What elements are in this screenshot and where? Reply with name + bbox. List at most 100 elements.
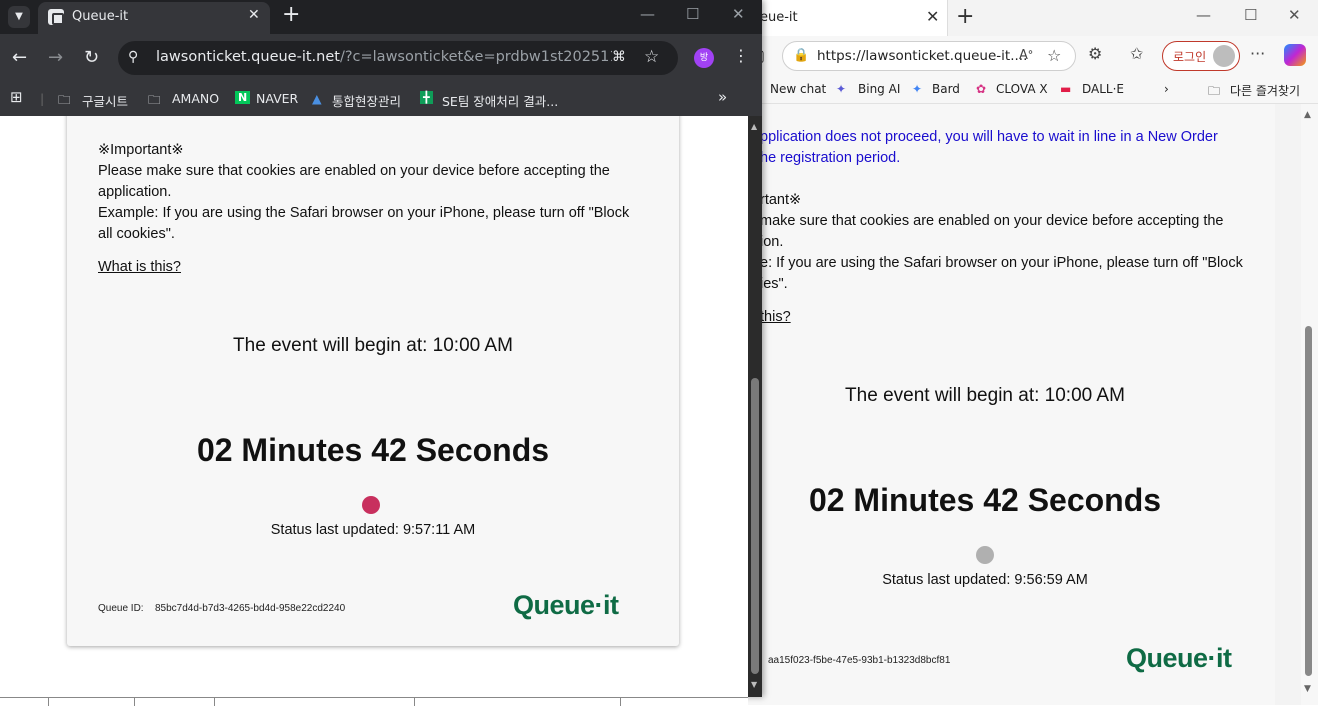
new-tab-icon[interactable]: + (956, 4, 974, 29)
notice-line-1: pplication does not proceed, you will ha… (760, 129, 1218, 145)
bard-icon: ✦ (912, 82, 923, 96)
scroll-up-icon[interactable]: ▲ (1304, 110, 1311, 120)
edge-tab-queue-it[interactable]: eue-it ✕ (748, 0, 948, 36)
edge-url-text: https://lawsonticket.queue-it.... (817, 48, 1028, 64)
queue-id-value: 85bc7d4d-b7d3-4265-bd4d-958e22cd2240 (155, 603, 346, 614)
scrollbar-thumb[interactable] (751, 378, 759, 674)
minimize-icon[interactable]: — (640, 5, 655, 23)
important-title: ※Important※ (98, 142, 184, 158)
chrome-window: ▼ Queue-it ✕ + — ☐ ✕ ← → ↻ ⚲ lawsonticke… (0, 0, 762, 697)
edge-scrollbar[interactable]: ▲ ▼ (1301, 104, 1318, 705)
notice-line-2: he registration period. (760, 150, 901, 166)
apps-grid-icon[interactable]: ⊞ (10, 88, 23, 106)
edge-nav-bar: ▢ 🔒 https://lawsonticket.queue-it.... Aᐤ… (748, 36, 1318, 76)
status-updated-text: Status last updated: 9:57:11 AM (270, 522, 476, 538)
edge-page-content: pplication does not proceed, you will ha… (748, 104, 1275, 705)
chrome-scrollbar[interactable]: ▲ ▼ (748, 116, 762, 697)
countdown-timer: 02 Minutes 42 Seconds (808, 482, 1162, 518)
folder-icon: 🗀 (1208, 84, 1221, 98)
new-tab-icon[interactable]: + (282, 2, 300, 27)
copilot-icon[interactable] (1284, 44, 1306, 66)
profile-avatar[interactable]: 방 (694, 48, 714, 68)
what-is-this-link[interactable]: this? (760, 307, 791, 328)
window-close-icon[interactable]: ✕ (732, 5, 745, 23)
chrome-bookmarks-bar: ⊞ | 🗀 구글시트 🗀 AMANO N NAVER ▲ 통합현장관리 ╋ SE… (0, 82, 762, 116)
bookmark-google-sheets[interactable]: 구글시트 (82, 91, 128, 110)
scroll-up-icon[interactable]: ▲ (751, 122, 757, 131)
bookmark-integrated-site[interactable]: 통합현장관리 (332, 91, 401, 110)
minimize-icon[interactable]: — (1196, 6, 1211, 24)
important-line-4: ies". (760, 276, 788, 292)
bookmark-naver[interactable]: NAVER (256, 91, 298, 106)
important-line-2: application. (98, 184, 172, 200)
scroll-down-icon[interactable]: ▼ (751, 680, 757, 689)
chevron-right-icon[interactable]: › (1164, 82, 1169, 96)
maximize-icon[interactable]: ☐ (1244, 6, 1257, 24)
avatar (1213, 45, 1235, 67)
chrome-address-bar[interactable]: ⚲ lawsonticket.queue-it.net/?c=lawsontic… (118, 41, 678, 75)
bing-icon: ✦ (836, 82, 847, 96)
chrome-tab-title: Queue-it (72, 9, 129, 24)
favorite-star-icon[interactable]: ☆ (1047, 46, 1061, 65)
queue-card: ※Important※ Please make sure that cookie… (67, 116, 679, 646)
countdown-timer: 02 Minutes 42 Seconds (196, 432, 550, 468)
menu-kebab-icon[interactable]: ⋮ (733, 46, 749, 65)
important-line-1: Please make sure that cookies are enable… (98, 163, 610, 179)
triangle-icon: ▲ (312, 91, 322, 106)
important-line-3: Example: If you are using the Safari bro… (98, 205, 630, 221)
queue-card: pplication does not proceed, you will ha… (748, 104, 1275, 705)
edge-address-bar[interactable]: 🔒 https://lawsonticket.queue-it.... Aᐤ ☆ (782, 41, 1076, 71)
chrome-tab-bar: ▼ Queue-it ✕ + — ☐ ✕ (0, 0, 762, 34)
tab-search-icon[interactable]: ▼ (8, 6, 30, 28)
scrollbar-thumb[interactable] (1305, 326, 1312, 676)
chrome-tab-queue-it[interactable]: Queue-it ✕ (38, 2, 270, 34)
bookmark-star-icon[interactable]: ☆ (644, 47, 659, 67)
read-aloud-icon[interactable]: Aᐤ (1019, 48, 1033, 63)
bookmark-bing-ai[interactable]: Bing AI (858, 82, 900, 96)
what-is-this-link[interactable]: What is this? (98, 257, 181, 278)
bookmark-new-chat[interactable]: New chat (770, 82, 826, 96)
status-updated-text: Status last updated: 9:56:59 AM (882, 572, 1088, 588)
edge-bookmarks-bar: New chat ✦ Bing AI ✦ Bard ✿ CLOVA X ▬ DA… (748, 76, 1318, 104)
reload-icon[interactable]: ↻ (84, 47, 99, 68)
extensions-icon[interactable]: ⚙ (1088, 44, 1102, 63)
bookmark-other-favorites[interactable]: 다른 즐겨찾기 (1230, 82, 1300, 99)
scroll-down-icon[interactable]: ▼ (1304, 684, 1311, 694)
bookmark-se-team[interactable]: SE팀 장애처리 결과... (442, 91, 558, 110)
chevron-double-right-icon[interactable]: » (718, 88, 727, 106)
chrome-page-content: ※Important※ Please make sure that cookie… (0, 116, 748, 697)
translate-icon[interactable]: ⌘ (612, 49, 626, 65)
divider: | (40, 91, 45, 106)
bookmark-clova-x[interactable]: CLOVA X (996, 82, 1048, 96)
event-begin-text: The event will begin at: 10:00 AM (845, 385, 1125, 406)
queue-it-logo: Queue·it (513, 590, 619, 620)
more-icon[interactable]: ··· (1250, 44, 1265, 63)
bookmark-dalle[interactable]: DALL·E (1082, 82, 1124, 96)
background-spreadsheet-strip (0, 697, 748, 706)
site-info-icon[interactable]: ⚲ (128, 49, 138, 65)
queue-it-favicon (48, 9, 64, 25)
folder-icon: 🗀 (58, 92, 71, 107)
naver-icon: N (235, 91, 251, 104)
window-close-icon[interactable]: ✕ (1288, 6, 1301, 24)
back-arrow-icon[interactable]: ← (12, 47, 27, 68)
bookmark-amano[interactable]: AMANO (172, 91, 219, 106)
close-icon[interactable]: ✕ (926, 7, 939, 26)
bookmark-bard[interactable]: Bard (932, 82, 960, 96)
lock-icon[interactable]: 🔒 (793, 48, 809, 63)
important-line-2: ion. (760, 234, 784, 250)
favorites-icon[interactable]: ✩ (1130, 44, 1143, 63)
status-indicator-dot (362, 496, 380, 514)
login-button[interactable]: 로그인 (1162, 41, 1240, 71)
maximize-icon[interactable]: ☐ (686, 5, 699, 23)
status-indicator-dot (976, 546, 994, 564)
clova-icon: ✿ (976, 82, 987, 96)
event-begin-text: The event will begin at: 10:00 AM (233, 335, 513, 356)
close-icon[interactable]: ✕ (248, 7, 260, 23)
edge-tab-title: eue-it (760, 10, 798, 25)
important-line-4: all cookies". (98, 226, 175, 242)
queue-id-label: Queue ID: (98, 603, 144, 614)
edge-tab-bar: eue-it ✕ + — ☐ ✕ (748, 0, 1318, 36)
important-line-1: make sure that cookies are enabled on yo… (760, 213, 1224, 229)
forward-arrow-icon[interactable]: → (48, 47, 63, 68)
